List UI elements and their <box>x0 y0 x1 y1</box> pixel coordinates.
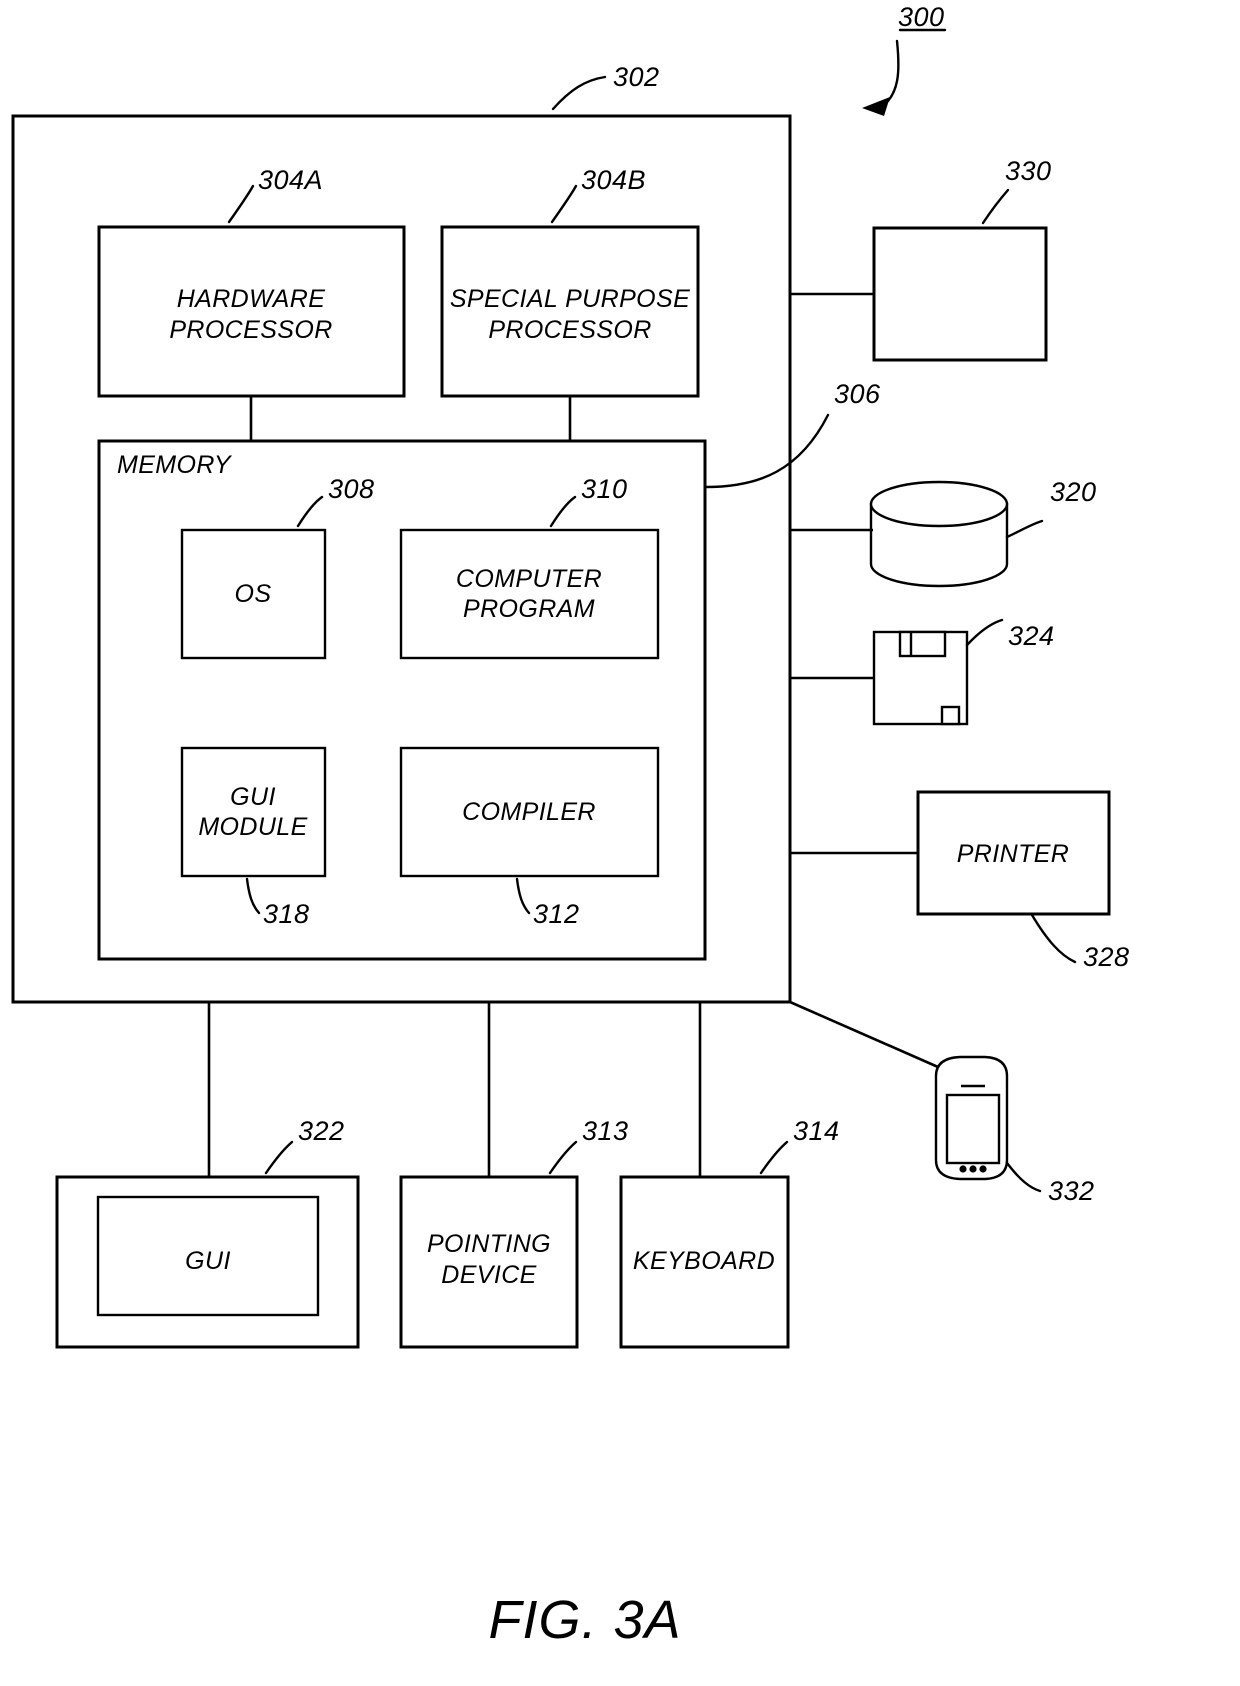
ref-label-302: 302 <box>613 62 660 92</box>
printer-label: PRINTER <box>957 840 1070 868</box>
computer-program-box-310 <box>399 528 660 660</box>
pointing-device-label-line1: POINTING <box>427 1230 551 1258</box>
special-purpose-processor-label-line1: SPECIAL PURPOSE <box>450 285 690 313</box>
ref-label-304A: 304A <box>258 165 323 195</box>
ref-label-324: 324 <box>1008 621 1055 651</box>
memory-label: MEMORY <box>117 451 233 479</box>
peripheral-box-330 <box>872 226 1048 362</box>
ref-label-304B: 304B <box>581 165 646 195</box>
hardware-processor-label-line2: PROCESSOR <box>169 316 332 344</box>
ref-label-312: 312 <box>533 899 580 929</box>
cylinder-top <box>869 480 1009 528</box>
gui-module-box-318 <box>180 746 327 878</box>
wire-computer-to-phone <box>789 1000 939 1069</box>
data-storage-cylinder-320 <box>869 480 1009 588</box>
floppy-shutter <box>898 630 947 658</box>
ref-label-330: 330 <box>1005 156 1052 186</box>
phone-screen <box>945 1093 1001 1165</box>
system-arrow-head <box>862 97 890 116</box>
leader-328 <box>1030 913 1077 964</box>
ref-label-314: 314 <box>793 1116 840 1146</box>
gui-label: GUI <box>185 1247 231 1275</box>
leader-314 <box>759 1140 789 1175</box>
ref-label-300: 300 <box>898 2 945 32</box>
leader-313 <box>548 1140 578 1175</box>
gui-module-label-line2: MODULE <box>198 813 307 841</box>
leader-332 <box>1005 1161 1042 1193</box>
hardware-processor-label-line1: HARDWARE <box>177 285 326 313</box>
leader-330 <box>981 188 1010 225</box>
figure-caption: FIG. 3A <box>488 1590 681 1650</box>
gui-module-label-line1: GUI <box>230 783 276 811</box>
phone-button-dot-1 <box>959 1165 967 1173</box>
special-purpose-processor-label-line2: PROCESSOR <box>488 316 651 344</box>
ref-label-332: 332 <box>1048 1176 1095 1206</box>
leader-322 <box>264 1140 294 1175</box>
ref-label-318: 318 <box>263 899 310 929</box>
ref-label-322: 322 <box>298 1116 345 1146</box>
ref-label-310: 310 <box>581 474 628 504</box>
floppy-disk-icon-324 <box>872 630 969 726</box>
keyboard-label: KEYBOARD <box>633 1247 775 1275</box>
compiler-label: COMPILER <box>462 798 596 826</box>
ref-label-328: 328 <box>1083 942 1130 972</box>
ref-label-313: 313 <box>582 1116 629 1146</box>
computer-program-label-line2: PROGRAM <box>463 595 595 623</box>
patent-figure-3a: 300 302 HARDWARE PROCESSOR 304A SPECIAL … <box>0 0 1240 1686</box>
ref-label-320: 320 <box>1050 477 1097 507</box>
ref-label-306: 306 <box>834 379 881 409</box>
diagram-canvas: 300 302 HARDWARE PROCESSOR 304A SPECIAL … <box>11 2 1130 1650</box>
phone-button-dot-3 <box>979 1165 987 1173</box>
floppy-notch <box>940 705 961 726</box>
phone-button-dot-2 <box>969 1165 977 1173</box>
memory-box-306 <box>97 439 707 961</box>
os-label: OS <box>235 580 272 608</box>
leader-320 <box>1005 519 1044 539</box>
leader-302 <box>551 75 607 111</box>
mobile-phone-icon-332 <box>934 1055 1009 1181</box>
ref-label-308: 308 <box>328 474 375 504</box>
system-ref-arrow-group <box>862 28 947 116</box>
computer-program-label-line1: COMPUTER <box>456 565 602 593</box>
pointing-device-label-line2: DEVICE <box>441 1261 536 1289</box>
leader-324 <box>965 618 1004 647</box>
